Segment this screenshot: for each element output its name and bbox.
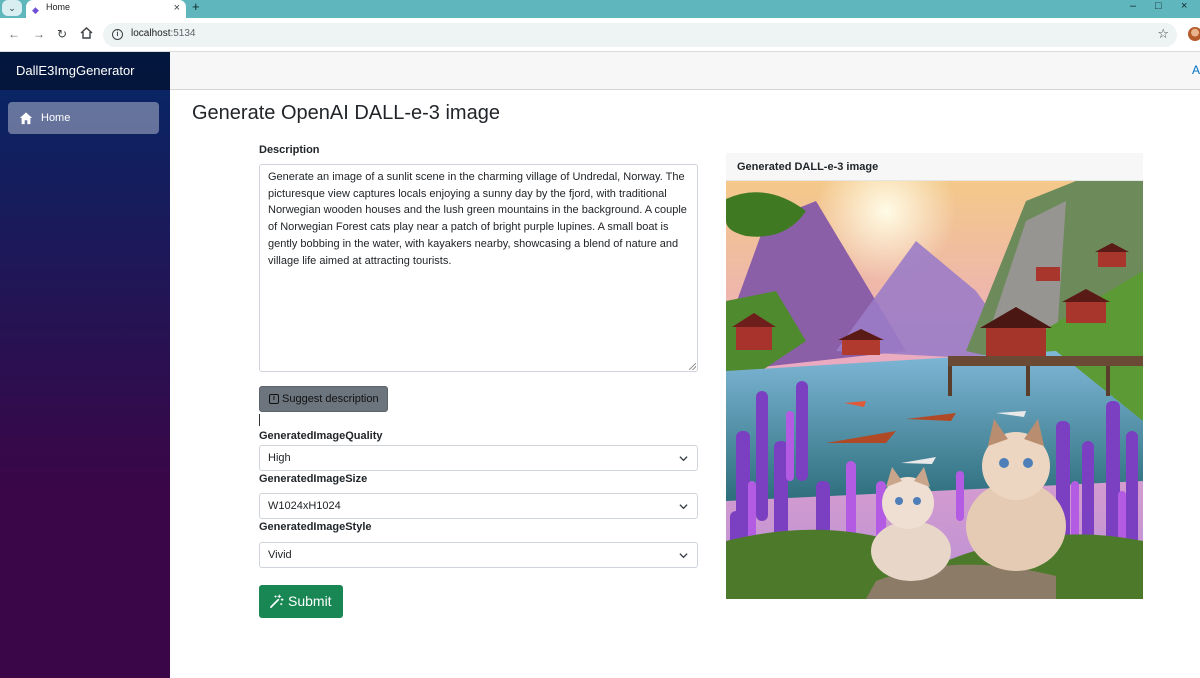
description-label: Description bbox=[259, 144, 320, 156]
submit-button[interactable]: Submit bbox=[259, 585, 343, 618]
browser-toolbar: ← → ↻ i localhost:5134 ☆ bbox=[0, 18, 1200, 52]
forward-icon[interactable]: → bbox=[33, 27, 45, 41]
reload-icon[interactable]: ↻ bbox=[57, 27, 67, 41]
magic-wand-icon bbox=[270, 594, 284, 608]
description-textarea[interactable]: Generate an image of a sunlit scene in t… bbox=[259, 164, 698, 372]
text-cursor bbox=[259, 414, 260, 426]
close-window-button[interactable]: × bbox=[1181, 0, 1187, 12]
blazor-favicon-icon: ◆ bbox=[32, 5, 39, 15]
page-title: Generate OpenAI DALL-e-3 image bbox=[192, 102, 500, 124]
generated-image-card: Generated DALL-e-3 image bbox=[726, 153, 1143, 599]
profile-avatar[interactable] bbox=[1188, 27, 1200, 41]
tab-search-button[interactable]: ⌄ bbox=[2, 0, 22, 16]
style-selected-value: Vivid bbox=[268, 549, 292, 561]
minimize-button[interactable]: – bbox=[1130, 0, 1136, 12]
size-select[interactable]: W1024xH1024 bbox=[259, 493, 698, 519]
sidebar-item-home[interactable]: Home bbox=[8, 102, 159, 134]
bookmark-star-icon[interactable]: ☆ bbox=[1157, 26, 1169, 42]
back-icon[interactable]: ← bbox=[8, 27, 20, 41]
tab-title: Home bbox=[46, 2, 71, 12]
maximize-button[interactable]: □ bbox=[1155, 0, 1162, 12]
chevron-down-icon bbox=[679, 504, 688, 510]
sidebar-item-label: Home bbox=[41, 112, 71, 124]
suggest-button-label: Suggest description bbox=[282, 393, 379, 405]
browser-tab[interactable]: ◆ Home × bbox=[26, 0, 186, 18]
top-row: A bbox=[170, 52, 1200, 90]
size-label: GeneratedImageSize bbox=[259, 473, 368, 485]
info-square-icon: i bbox=[269, 394, 279, 404]
card-header: Generated DALL-e-3 image bbox=[726, 153, 1143, 181]
quality-select[interactable]: High bbox=[259, 445, 698, 471]
top-row-link[interactable]: A bbox=[1192, 63, 1200, 77]
site-info-icon[interactable]: i bbox=[112, 29, 123, 40]
submit-button-label: Submit bbox=[288, 593, 332, 609]
home-icon bbox=[19, 112, 33, 125]
suggest-description-button[interactable]: i Suggest description bbox=[259, 386, 388, 412]
quality-label: GeneratedImageQuality bbox=[259, 430, 383, 442]
description-text: Generate an image of a sunlit scene in t… bbox=[268, 171, 687, 267]
style-select[interactable]: Vivid bbox=[259, 542, 698, 568]
browser-tabstrip: ⌄ ◆ Home × + – □ × bbox=[0, 0, 1200, 18]
address-bar[interactable]: i localhost:5134 ☆ bbox=[103, 23, 1177, 47]
style-label: GeneratedImageStyle bbox=[259, 521, 372, 533]
generated-image bbox=[726, 181, 1143, 599]
url-text: localhost:5134 bbox=[131, 28, 196, 39]
close-tab-icon[interactable]: × bbox=[174, 1, 180, 15]
home-button-icon[interactable] bbox=[80, 27, 93, 42]
new-tab-button[interactable]: + bbox=[192, 0, 200, 14]
chevron-down-icon bbox=[679, 553, 688, 559]
quality-selected-value: High bbox=[268, 452, 291, 464]
app-brand[interactable]: DallE3ImgGenerator bbox=[0, 52, 170, 90]
chevron-down-icon bbox=[679, 456, 688, 462]
sidebar: DallE3ImgGenerator Home bbox=[0, 52, 170, 678]
size-selected-value: W1024xH1024 bbox=[268, 500, 341, 512]
resize-handle[interactable] bbox=[689, 363, 696, 370]
